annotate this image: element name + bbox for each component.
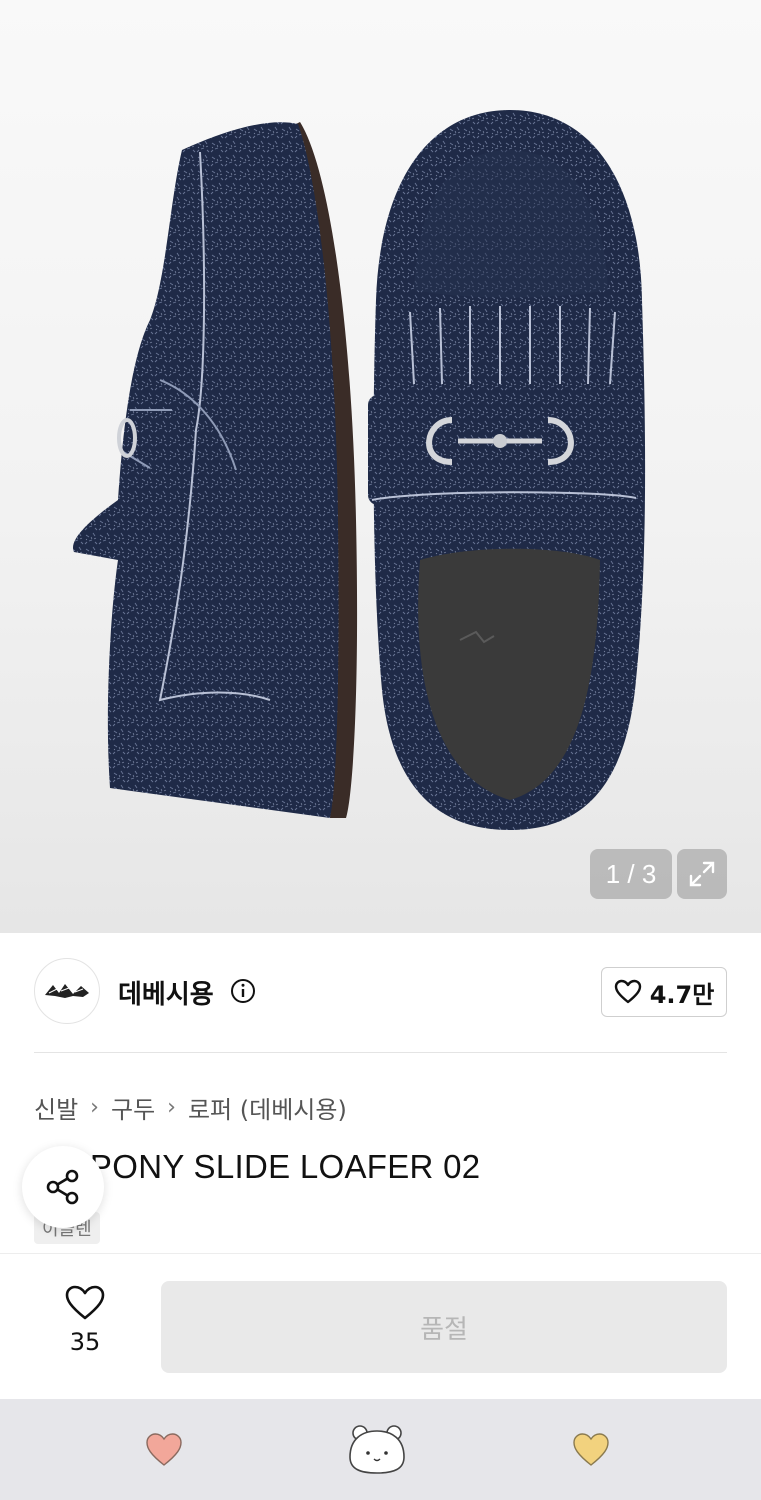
heart-yellow-icon[interactable] bbox=[572, 1432, 610, 1468]
brand-like-count: 4.7만 bbox=[649, 980, 715, 1009]
expand-icon bbox=[689, 861, 715, 887]
breadcrumb-item-loafer[interactable]: 로퍼 (데베시용) bbox=[188, 1090, 347, 1125]
soldout-button[interactable]: 품절 bbox=[161, 1281, 727, 1373]
product-photo bbox=[73, 110, 646, 830]
brand-logo-icon bbox=[45, 984, 89, 998]
heart-outline-icon bbox=[65, 1285, 105, 1320]
heart-pink-icon[interactable] bbox=[145, 1432, 183, 1468]
breadcrumb-item-dress-shoes[interactable]: 구두 bbox=[111, 1090, 155, 1125]
chevron-right-icon: › bbox=[167, 1095, 176, 1120]
product-title-text: PONY SLIDE LOAFER 02 bbox=[89, 1148, 481, 1185]
divider bbox=[34, 1052, 727, 1053]
breadcrumb: 신발 › 구두 › 로퍼 (데베시용) bbox=[34, 1090, 347, 1125]
heart-outline-icon bbox=[614, 979, 641, 1004]
wishlist-button[interactable]: 35 bbox=[44, 1284, 126, 1356]
bear-icon[interactable] bbox=[346, 1423, 408, 1475]
chevron-right-icon: › bbox=[90, 1095, 99, 1120]
share-icon bbox=[46, 1169, 79, 1205]
breadcrumb-item-shoes[interactable]: 신발 bbox=[34, 1090, 78, 1125]
wishlist-count: 35 bbox=[69, 1328, 101, 1356]
bottom-action-bar: 35 품절 bbox=[0, 1253, 761, 1399]
brand-like-button[interactable]: 4.7만 bbox=[601, 967, 727, 1017]
expand-image-button[interactable] bbox=[677, 849, 727, 899]
brand-row: 데베시용 4.7만 bbox=[34, 958, 727, 1026]
keyboard-emoji-bar bbox=[0, 1399, 761, 1500]
product-image-gallery[interactable]: 1 / 3 bbox=[0, 0, 761, 933]
share-button[interactable] bbox=[22, 1146, 104, 1228]
brand-name[interactable]: 데베시용 bbox=[118, 974, 214, 1011]
image-counter: 1 / 3 bbox=[590, 849, 672, 899]
brand-logo[interactable] bbox=[34, 958, 100, 1024]
info-icon[interactable] bbox=[230, 978, 256, 1004]
